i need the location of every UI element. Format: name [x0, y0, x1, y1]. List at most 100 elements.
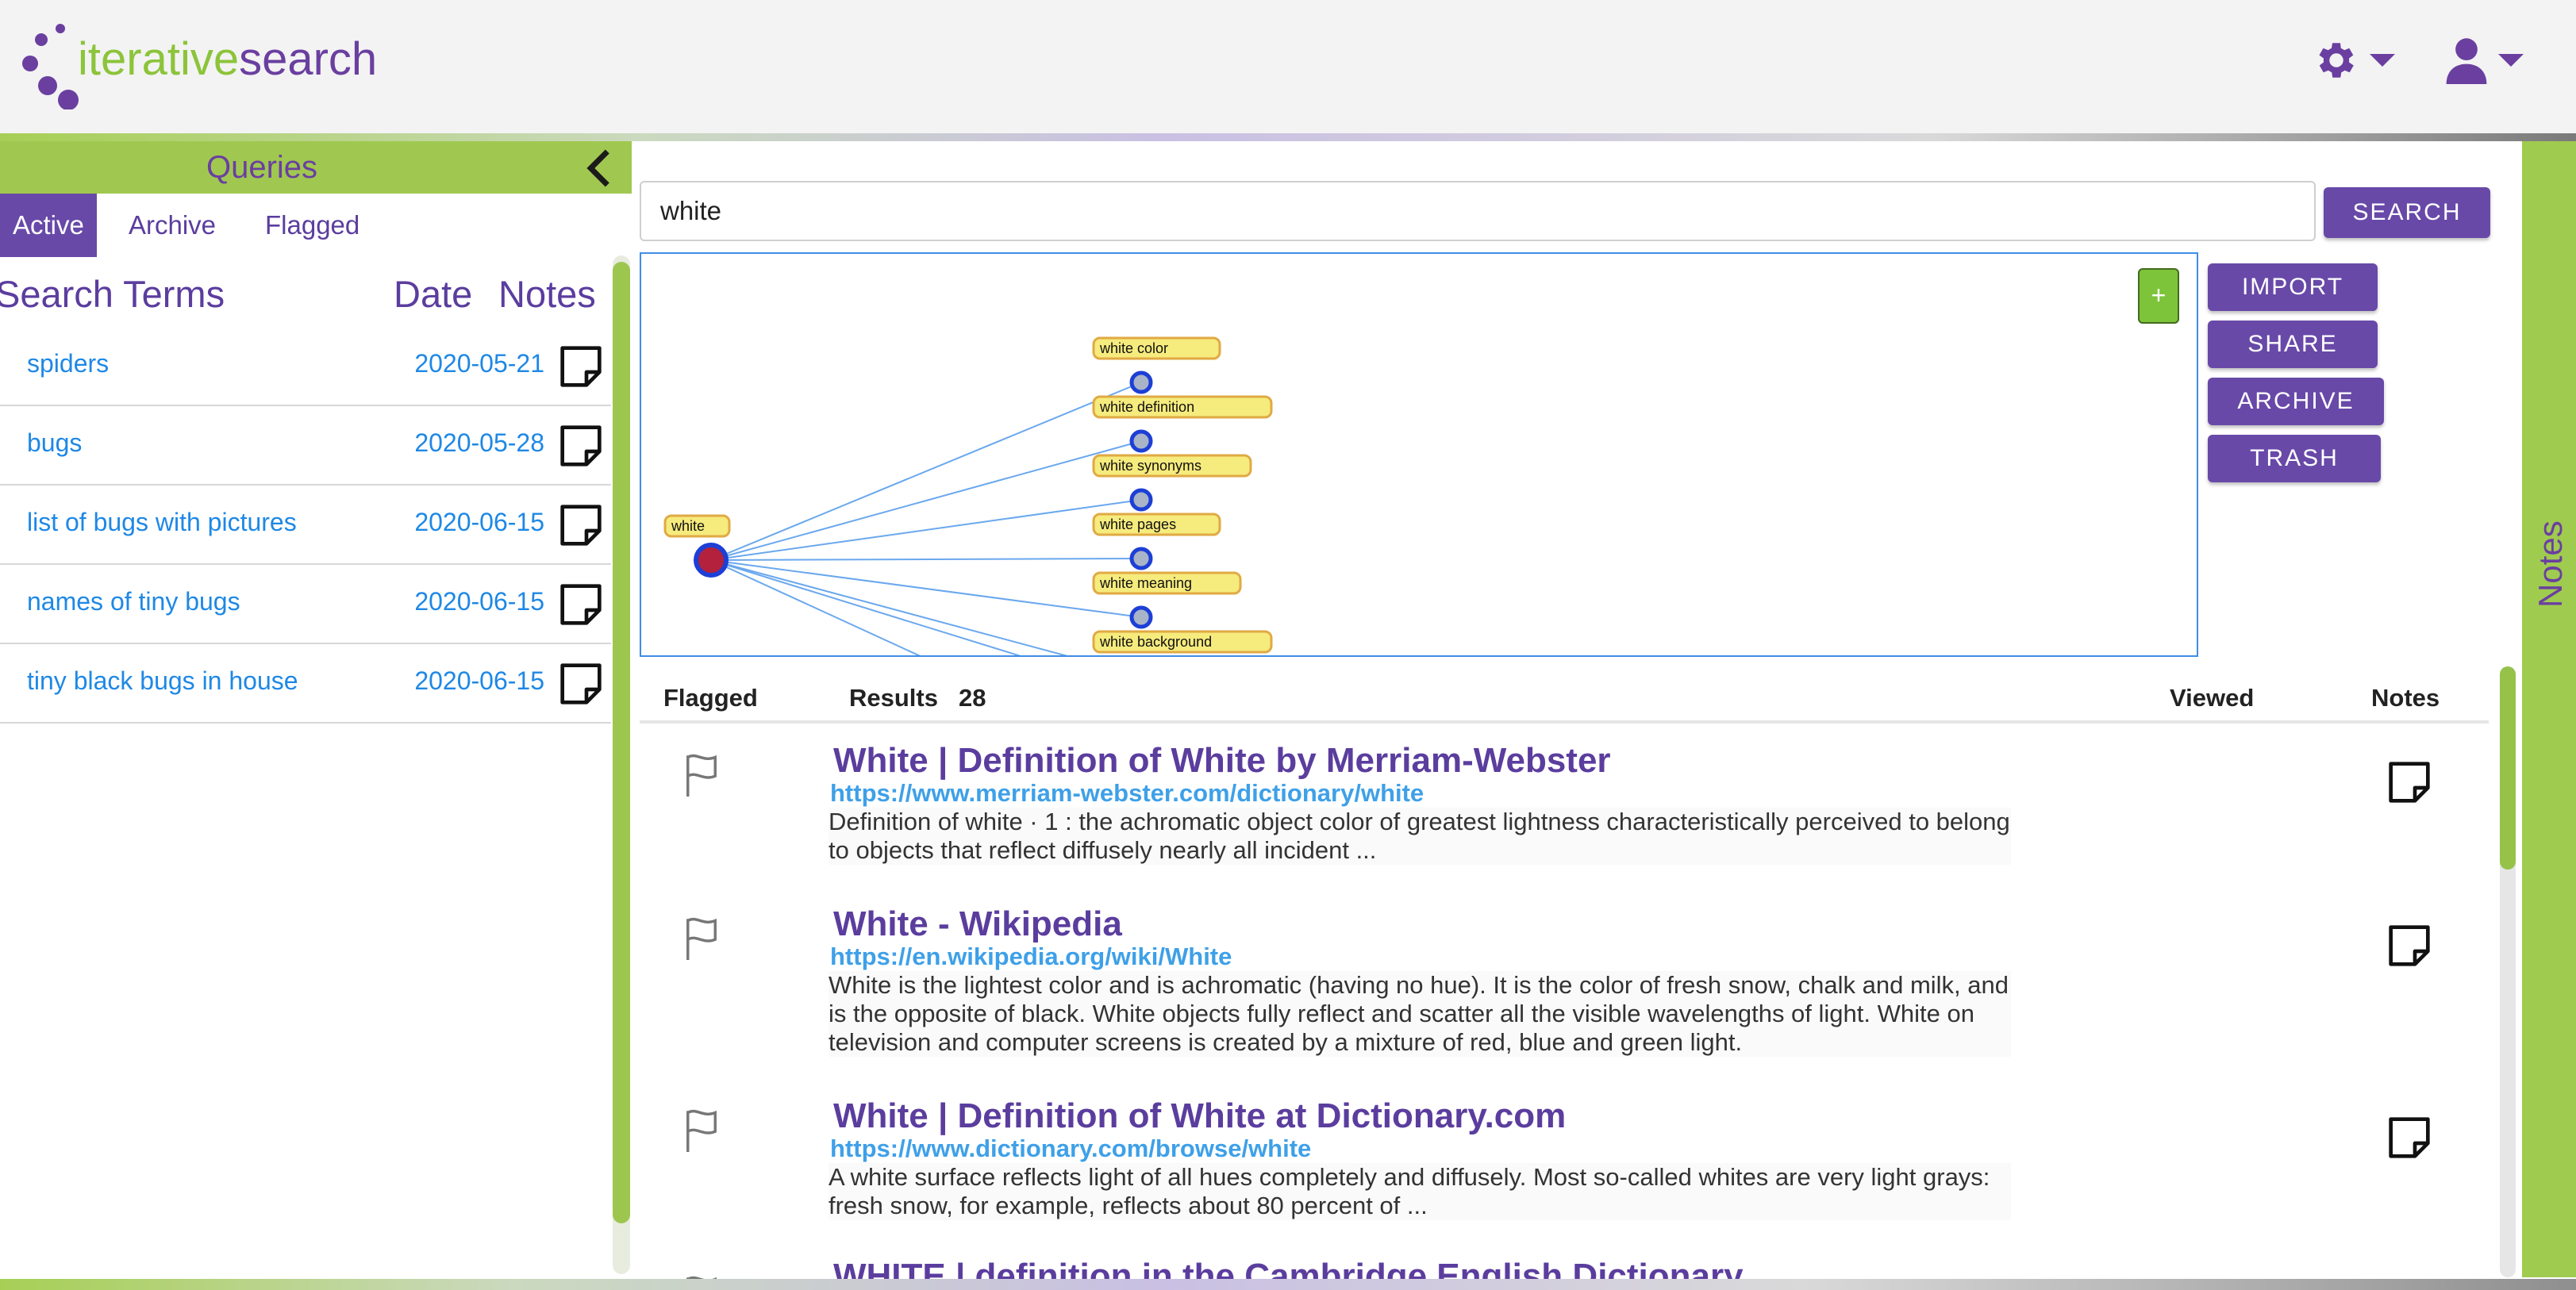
graph-node-label: white synonyms	[1099, 458, 1201, 474]
graph-edge	[710, 559, 921, 655]
query-list: spiders 2020-05-21 bugs 2020-05-28 list …	[0, 327, 611, 724]
graph-node-label: white meaning	[1099, 575, 1192, 591]
graph-edge	[710, 440, 1142, 561]
flag-icon[interactable]	[684, 752, 719, 797]
graph-node	[1129, 370, 1153, 394]
col-notes: Notes	[498, 273, 596, 315]
result-title[interactable]: White - Wikipedia	[833, 904, 1122, 944]
flag-icon[interactable]	[684, 1108, 719, 1152]
graph-node-label: white background	[1099, 634, 1212, 650]
results-header-divider	[640, 720, 2489, 724]
notes-panel-label[interactable]: Notes	[2532, 520, 2570, 608]
note-icon[interactable]	[559, 344, 603, 389]
graph-edge	[710, 558, 1142, 561]
graph-edge	[710, 382, 1142, 561]
query-row[interactable]: spiders 2020-05-21	[0, 327, 611, 406]
col-results: Results	[849, 684, 938, 712]
result-item: White | Definition of White at Dictionar…	[640, 1088, 2489, 1223]
note-icon[interactable]	[559, 582, 603, 627]
query-row[interactable]: bugs 2020-05-28	[0, 406, 611, 486]
result-url[interactable]: https://en.wikipedia.org/wiki/White	[830, 943, 1232, 971]
query-date: 2020-06-15	[414, 666, 544, 695]
logo-word-search: search	[239, 33, 378, 85]
user-icon	[2446, 38, 2487, 84]
result-url[interactable]: https://www.dictionary.com/browse/white	[830, 1135, 1311, 1163]
result-title[interactable]: WHITE | definition in the Cambridge Engl…	[833, 1257, 1744, 1279]
query-term[interactable]: spiders	[27, 349, 109, 378]
search-input[interactable]	[640, 181, 2316, 241]
app-logo[interactable]: iterativesearch	[78, 32, 377, 87]
col-flagged: Flagged	[663, 684, 758, 712]
graph-node-label: white pages	[1099, 516, 1176, 532]
user-menu-button[interactable]	[2444, 32, 2524, 89]
result-snippet: White is the lightest color and is achro…	[829, 971, 2011, 1057]
add-node-button[interactable]: +	[2138, 268, 2179, 324]
query-row[interactable]: names of tiny bugs 2020-06-15	[0, 565, 611, 644]
graph-edge	[710, 559, 1068, 655]
share-button[interactable]: SHARE	[2208, 321, 2378, 368]
col-result-notes: Notes	[2371, 684, 2440, 712]
result-title[interactable]: White | Definition of White at Dictionar…	[833, 1096, 1566, 1136]
graph-node-label: white color	[1099, 340, 1168, 356]
col-date: Date	[394, 273, 473, 315]
result-item: White - Wikipedia https://en.wikipedia.o…	[640, 896, 2489, 1063]
app-header: iterativesearch	[0, 0, 2576, 133]
sidebar-scrollbar-thumb[interactable]	[613, 262, 630, 1223]
graph-edge	[710, 559, 1142, 618]
tab-active[interactable]: Active	[0, 194, 97, 257]
tab-archive[interactable]: Archive	[116, 194, 229, 257]
header-divider	[0, 133, 2576, 141]
queries-title: Queries	[206, 150, 318, 185]
trash-button[interactable]: TRASH	[2208, 435, 2381, 482]
result-snippet: Definition of white · 1 : the achromatic…	[829, 808, 2011, 865]
results-count: 28	[959, 684, 986, 712]
footer-divider	[0, 1279, 2576, 1290]
query-date: 2020-05-21	[414, 349, 544, 378]
chevron-down-icon	[2370, 54, 2395, 67]
note-icon[interactable]	[2387, 760, 2432, 804]
tab-flagged[interactable]: Flagged	[252, 194, 372, 257]
note-icon[interactable]	[559, 424, 603, 468]
gear-icon	[2319, 43, 2354, 78]
query-term[interactable]: list of bugs with pictures	[27, 508, 297, 537]
result-url[interactable]: https://www.merriam-webster.com/dictiona…	[830, 779, 1424, 808]
settings-menu-button[interactable]	[2313, 32, 2395, 89]
archive-button[interactable]: ARCHIVE	[2208, 378, 2384, 425]
queries-title-bar: Queries	[0, 141, 632, 194]
graph-node	[1129, 429, 1153, 453]
note-icon[interactable]	[559, 662, 603, 706]
query-term[interactable]: tiny black bugs in house	[27, 666, 298, 696]
chevron-down-icon	[2498, 54, 2524, 67]
collapse-sidebar-icon[interactable]	[578, 146, 622, 190]
graph-canvas: white color white definition white synonym…	[663, 336, 1273, 655]
note-icon[interactable]	[2387, 923, 2432, 968]
graph-root-node	[694, 543, 729, 578]
graph-node	[1129, 547, 1153, 570]
note-icon[interactable]	[559, 503, 603, 547]
logo-word-iterative: iterative	[78, 33, 240, 85]
query-term[interactable]: bugs	[27, 428, 82, 458]
graph-node	[1129, 488, 1153, 512]
query-date: 2020-05-28	[414, 428, 544, 457]
graph-node	[1129, 605, 1153, 629]
graph-edge	[710, 499, 1142, 561]
result-item: White | Definition of White by Merriam-W…	[640, 733, 2489, 868]
import-button[interactable]: IMPORT	[2208, 263, 2378, 311]
search-button[interactable]: SEARCH	[2324, 187, 2490, 238]
notes-panel-bar[interactable]	[2522, 141, 2576, 1277]
result-item: WHITE | definition in the Cambridge Engl…	[640, 1255, 2489, 1279]
result-title[interactable]: White | Definition of White by Merriam-W…	[833, 741, 1611, 781]
query-graph[interactable]: white color white definition white synonym…	[640, 252, 2198, 657]
graph-node-label: white definition	[1099, 399, 1194, 415]
note-icon[interactable]	[2387, 1115, 2432, 1160]
query-date: 2020-06-15	[414, 587, 544, 616]
graph-root-label: white	[671, 518, 705, 534]
query-term[interactable]: names of tiny bugs	[27, 587, 240, 616]
query-row[interactable]: list of bugs with pictures 2020-06-15	[0, 486, 611, 565]
col-viewed: Viewed	[2170, 684, 2255, 712]
flag-icon[interactable]	[684, 916, 719, 960]
results-scrollbar-thumb[interactable]	[2500, 666, 2516, 870]
result-snippet: A white surface reflects light of all hu…	[829, 1163, 2011, 1220]
col-search-terms: Search Terms	[0, 273, 225, 315]
query-row[interactable]: tiny black bugs in house 2020-06-15	[0, 644, 611, 724]
